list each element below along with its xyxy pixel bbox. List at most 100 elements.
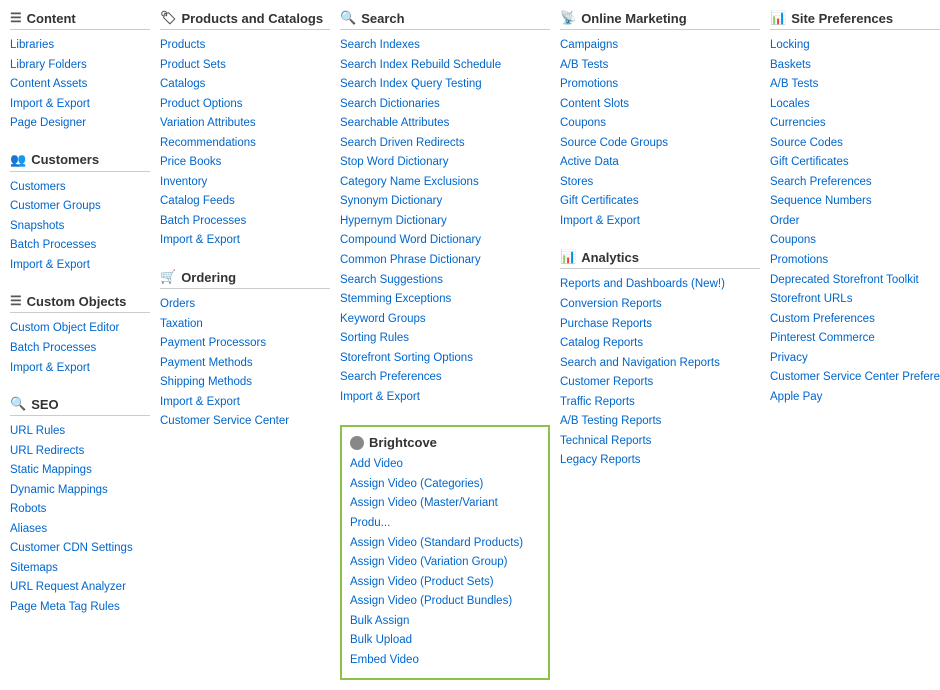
link-batch-processes-co[interactable]: Batch Processes bbox=[10, 339, 150, 359]
link-pinterest-commerce[interactable]: Pinterest Commerce bbox=[770, 329, 940, 349]
link-recommendations[interactable]: Recommendations bbox=[160, 134, 330, 154]
link-inventory[interactable]: Inventory bbox=[160, 173, 330, 193]
link-traffic-reports[interactable]: Traffic Reports bbox=[560, 393, 760, 413]
link-sequence-numbers[interactable]: Sequence Numbers bbox=[770, 192, 940, 212]
link-snapshots[interactable]: Snapshots bbox=[10, 217, 150, 237]
link-variation-attributes[interactable]: Variation Attributes bbox=[160, 114, 330, 134]
link-purchase-reports[interactable]: Purchase Reports bbox=[560, 315, 760, 335]
link-customer-groups[interactable]: Customer Groups bbox=[10, 197, 150, 217]
link-legacy-reports[interactable]: Legacy Reports bbox=[560, 451, 760, 471]
link-baskets[interactable]: Baskets bbox=[770, 56, 940, 76]
link-hypernym-dictionary[interactable]: Hypernym Dictionary bbox=[340, 212, 550, 232]
link-campaigns[interactable]: Campaigns bbox=[560, 36, 760, 56]
link-compound-word-dictionary[interactable]: Compound Word Dictionary bbox=[340, 231, 550, 251]
link-order[interactable]: Order bbox=[770, 212, 940, 232]
link-batch-processes-customers[interactable]: Batch Processes bbox=[10, 236, 150, 256]
link-assign-video-variation-group[interactable]: Assign Video (Variation Group) bbox=[350, 553, 540, 573]
link-conversion-reports[interactable]: Conversion Reports bbox=[560, 295, 760, 315]
link-ab-tests-sp[interactable]: A/B Tests bbox=[770, 75, 940, 95]
link-content-slots[interactable]: Content Slots bbox=[560, 95, 760, 115]
link-stemming-exceptions[interactable]: Stemming Exceptions bbox=[340, 290, 550, 310]
link-locking[interactable]: Locking bbox=[770, 36, 940, 56]
link-privacy[interactable]: Privacy bbox=[770, 349, 940, 369]
link-promotions[interactable]: Promotions bbox=[560, 75, 760, 95]
link-library-folders[interactable]: Library Folders bbox=[10, 56, 150, 76]
link-sitemaps[interactable]: Sitemaps bbox=[10, 559, 150, 579]
link-search-preferences[interactable]: Search Preferences bbox=[340, 368, 550, 388]
link-search-index-rebuild[interactable]: Search Index Rebuild Schedule bbox=[340, 56, 550, 76]
link-url-request-analyzer[interactable]: URL Request Analyzer bbox=[10, 578, 150, 598]
link-import-export-om[interactable]: Import & Export bbox=[560, 212, 760, 232]
link-page-designer[interactable]: Page Designer bbox=[10, 114, 150, 134]
link-storefront-urls[interactable]: Storefront URLs bbox=[770, 290, 940, 310]
link-catalog-feeds[interactable]: Catalog Feeds bbox=[160, 192, 330, 212]
link-source-codes[interactable]: Source Codes bbox=[770, 134, 940, 154]
link-stores[interactable]: Stores bbox=[560, 173, 760, 193]
link-import-export-search[interactable]: Import & Export bbox=[340, 388, 550, 408]
link-assign-video-product-sets[interactable]: Assign Video (Product Sets) bbox=[350, 573, 540, 593]
link-aliases[interactable]: Aliases bbox=[10, 520, 150, 540]
link-technical-reports[interactable]: Technical Reports bbox=[560, 432, 760, 452]
link-custom-object-editor[interactable]: Custom Object Editor bbox=[10, 319, 150, 339]
link-robots[interactable]: Robots bbox=[10, 500, 150, 520]
link-customer-cdn-settings[interactable]: Customer CDN Settings bbox=[10, 539, 150, 559]
link-url-rules[interactable]: URL Rules bbox=[10, 422, 150, 442]
link-assign-video-product-bundles[interactable]: Assign Video (Product Bundles) bbox=[350, 592, 540, 612]
link-gift-certificates-sp[interactable]: Gift Certificates bbox=[770, 153, 940, 173]
link-orders[interactable]: Orders bbox=[160, 295, 330, 315]
link-url-redirects[interactable]: URL Redirects bbox=[10, 442, 150, 462]
link-taxation[interactable]: Taxation bbox=[160, 315, 330, 335]
link-currencies[interactable]: Currencies bbox=[770, 114, 940, 134]
link-import-export-co[interactable]: Import & Export bbox=[10, 359, 150, 379]
link-active-data[interactable]: Active Data bbox=[560, 153, 760, 173]
link-import-export-ordering[interactable]: Import & Export bbox=[160, 393, 330, 413]
link-assign-video-standard[interactable]: Assign Video (Standard Products) bbox=[350, 534, 540, 554]
link-common-phrase-dictionary[interactable]: Common Phrase Dictionary bbox=[340, 251, 550, 271]
link-embed-video[interactable]: Embed Video bbox=[350, 651, 540, 671]
link-ab-tests-om[interactable]: A/B Tests bbox=[560, 56, 760, 76]
link-search-suggestions[interactable]: Search Suggestions bbox=[340, 271, 550, 291]
link-assign-video-categories[interactable]: Assign Video (Categories) bbox=[350, 475, 540, 495]
link-import-export-customers[interactable]: Import & Export bbox=[10, 256, 150, 276]
link-search-driven-redirects[interactable]: Search Driven Redirects bbox=[340, 134, 550, 154]
link-keyword-groups[interactable]: Keyword Groups bbox=[340, 310, 550, 330]
link-page-meta-tag-rules[interactable]: Page Meta Tag Rules bbox=[10, 598, 150, 618]
link-sorting-rules[interactable]: Sorting Rules bbox=[340, 329, 550, 349]
link-gift-certificates-om[interactable]: Gift Certificates bbox=[560, 192, 760, 212]
link-search-preferences-sp[interactable]: Search Preferences bbox=[770, 173, 940, 193]
link-promotions-sp[interactable]: Promotions bbox=[770, 251, 940, 271]
link-source-code-groups[interactable]: Source Code Groups bbox=[560, 134, 760, 154]
link-static-mappings[interactable]: Static Mappings bbox=[10, 461, 150, 481]
link-import-export-content[interactable]: Import & Export bbox=[10, 95, 150, 115]
link-product-sets[interactable]: Product Sets bbox=[160, 56, 330, 76]
link-reports-dashboards[interactable]: Reports and Dashboards (New!) bbox=[560, 275, 760, 295]
link-assign-video-master[interactable]: Assign Video (Master/Variant Produ... bbox=[350, 494, 540, 533]
link-deprecated-storefront-toolkit[interactable]: Deprecated Storefront Toolkit bbox=[770, 271, 940, 291]
link-customers[interactable]: Customers bbox=[10, 178, 150, 198]
link-search-indexes[interactable]: Search Indexes bbox=[340, 36, 550, 56]
link-payment-methods[interactable]: Payment Methods bbox=[160, 354, 330, 374]
link-search-navigation-reports[interactable]: Search and Navigation Reports bbox=[560, 354, 760, 374]
link-custom-preferences[interactable]: Custom Preferences bbox=[770, 310, 940, 330]
link-stop-word-dictionary[interactable]: Stop Word Dictionary bbox=[340, 153, 550, 173]
link-dynamic-mappings[interactable]: Dynamic Mappings bbox=[10, 481, 150, 501]
link-locales[interactable]: Locales bbox=[770, 95, 940, 115]
link-bulk-upload[interactable]: Bulk Upload bbox=[350, 631, 540, 651]
link-search-index-query[interactable]: Search Index Query Testing bbox=[340, 75, 550, 95]
link-synonym-dictionary[interactable]: Synonym Dictionary bbox=[340, 192, 550, 212]
link-apple-pay[interactable]: Apple Pay bbox=[770, 388, 940, 408]
link-catalog-reports[interactable]: Catalog Reports bbox=[560, 334, 760, 354]
link-add-video[interactable]: Add Video bbox=[350, 455, 540, 475]
link-products[interactable]: Products bbox=[160, 36, 330, 56]
link-storefront-sorting-options[interactable]: Storefront Sorting Options bbox=[340, 349, 550, 369]
link-product-options[interactable]: Product Options bbox=[160, 95, 330, 115]
link-search-dictionaries[interactable]: Search Dictionaries bbox=[340, 95, 550, 115]
link-ab-testing-reports[interactable]: A/B Testing Reports bbox=[560, 412, 760, 432]
link-category-name-exclusions[interactable]: Category Name Exclusions bbox=[340, 173, 550, 193]
link-customer-reports[interactable]: Customer Reports bbox=[560, 373, 760, 393]
link-catalogs[interactable]: Catalogs bbox=[160, 75, 330, 95]
link-batch-processes-pc[interactable]: Batch Processes bbox=[160, 212, 330, 232]
link-shipping-methods[interactable]: Shipping Methods bbox=[160, 373, 330, 393]
link-bulk-assign[interactable]: Bulk Assign bbox=[350, 612, 540, 632]
link-customer-service-center[interactable]: Customer Service Center bbox=[160, 412, 330, 432]
